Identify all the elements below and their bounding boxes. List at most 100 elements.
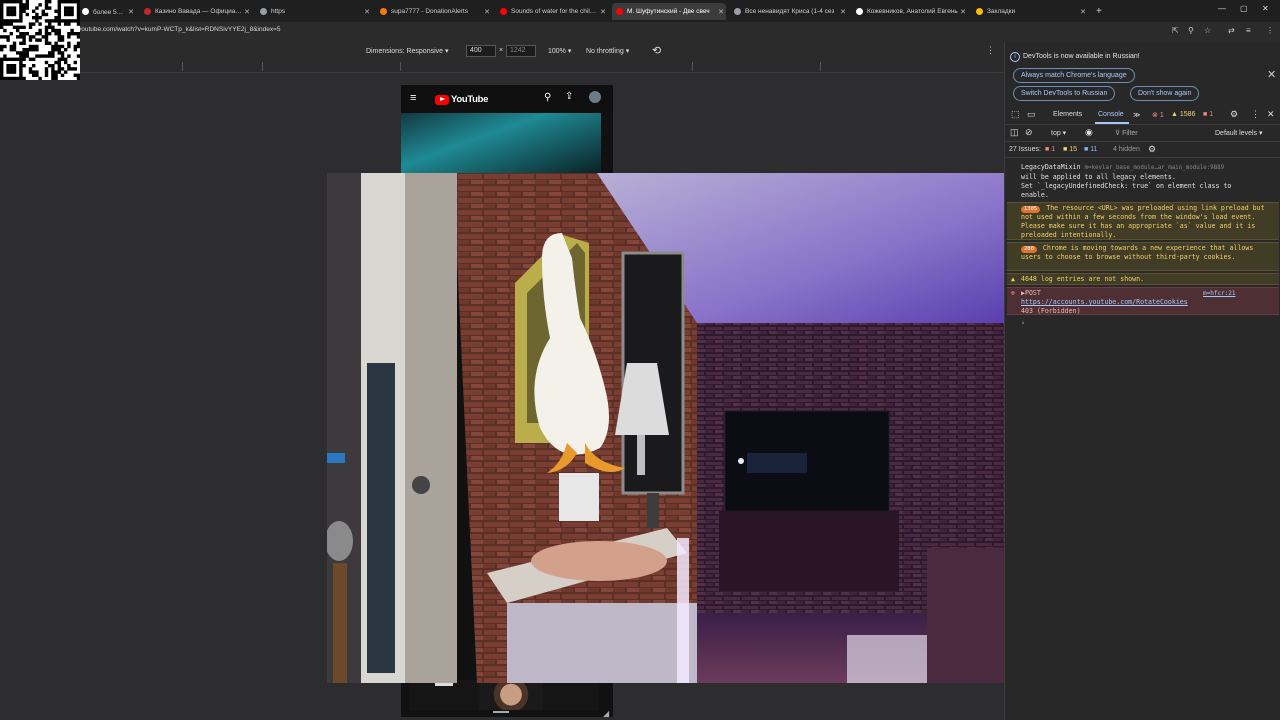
- avatar[interactable]: [589, 91, 601, 103]
- close-window-icon[interactable]: ✕: [1262, 4, 1269, 13]
- console-settings-gear-icon[interactable]: ⚙: [1148, 144, 1156, 155]
- minimize-icon[interactable]: —: [1218, 4, 1226, 13]
- console-message-legacy: LegacyDataMixin m=kevlar_base_module…ar_…: [1007, 162, 1279, 201]
- tab-console[interactable]: Console: [1098, 111, 1124, 118]
- tab-close-icon[interactable]: ✕: [838, 8, 848, 16]
- upload-icon[interactable]: ⇪: [565, 91, 573, 102]
- browser-tab[interactable]: более 5000 ₽✕: [78, 3, 136, 20]
- bookmark-star-icon[interactable]: ☆: [1204, 26, 1211, 35]
- tab-favicon-icon: [380, 8, 387, 15]
- tab-title: Казино Вавада — Официальн: [155, 8, 242, 15]
- issues-info-count[interactable]: ■ 11: [1084, 146, 1097, 153]
- device-toggle-icon[interactable]: ▭: [1027, 109, 1036, 120]
- resize-handle[interactable]: [493, 711, 509, 713]
- console-warning-cookies[interactable]: 280 Chrome is moving towards a new exper…: [1007, 242, 1279, 271]
- zoom-select[interactable]: 100% ▾: [548, 47, 571, 55]
- issue-count[interactable]: ■ 1: [1203, 111, 1213, 118]
- issues-error-count[interactable]: ■ 1: [1045, 146, 1055, 153]
- tab-close-icon[interactable]: ✕: [482, 8, 492, 16]
- message-text: LegacyDataMixin: [1021, 163, 1081, 171]
- browser-tab[interactable]: Казино Вавада — Официальн ✕: [140, 3, 252, 20]
- youtube-bottom-thumbnail[interactable]: [409, 680, 599, 710]
- always-match-language-button[interactable]: Always match Chrome's language: [1013, 68, 1135, 83]
- maximize-icon[interactable]: ▢: [1240, 4, 1248, 13]
- settings-gear-icon[interactable]: ⚙: [1230, 109, 1238, 120]
- browser-tab[interactable]: Закладки ✕: [972, 3, 1088, 20]
- tab-close-icon[interactable]: ✕: [362, 8, 372, 16]
- tab-favicon-icon: [976, 8, 983, 15]
- log-levels-select[interactable]: Default levels ▾: [1215, 129, 1263, 137]
- extensions-icon[interactable]: ⇄: [1228, 26, 1235, 35]
- tab-elements[interactable]: Elements: [1053, 111, 1082, 118]
- device-more-icon[interactable]: ⋮: [986, 45, 995, 56]
- ruler-tick: [182, 62, 183, 71]
- corner-resize-icon[interactable]: ◢: [603, 709, 609, 718]
- throttle-select[interactable]: No throttling ▾: [586, 47, 629, 55]
- devtools-more-icon[interactable]: ⋮: [1251, 109, 1260, 120]
- tab-close-icon[interactable]: ✕: [716, 8, 726, 16]
- browser-tab[interactable]: Все ненавидят Криса (1-4 сез ✕: [730, 3, 848, 20]
- devtools-tabs: ⬚ ▭ Elements Console ≫ ⊗ 1 ▲ 1586 ■ 1 ⚙ …: [1005, 106, 1280, 125]
- more-icon[interactable]: ⋮: [1266, 26, 1274, 35]
- error-icon: ⊗: [1011, 289, 1015, 297]
- times-sign: ×: [499, 47, 504, 54]
- filter-input[interactable]: ⊽ Filter: [1115, 129, 1138, 137]
- active-tab-underline: [1095, 122, 1129, 124]
- tab-favicon-icon: [500, 8, 507, 15]
- search-icon[interactable]: ⚲: [544, 92, 551, 103]
- tab-close-icon[interactable]: ✕: [598, 8, 608, 16]
- request-url-link[interactable]: https://accounts.youtube.com/RotateCooki…: [1021, 298, 1188, 306]
- live-expression-eye-icon[interactable]: ◉: [1085, 127, 1093, 138]
- clear-console-icon[interactable]: ⊘: [1025, 127, 1033, 138]
- issues-bar: 27 Issues: ■ 1 ■ 15 ■ 11 4 hidden ⚙: [1005, 142, 1280, 158]
- new-tab-button[interactable]: +: [1092, 3, 1106, 20]
- infobar-close-icon[interactable]: ✕: [1267, 68, 1276, 81]
- inspect-element-icon[interactable]: ⬚: [1011, 109, 1020, 120]
- browser-tab[interactable]: supa7777 - DonationAlerts ✕: [376, 3, 492, 20]
- browser-tab[interactable]: https ✕: [256, 3, 372, 20]
- hidden-count: 4 hidden: [1113, 146, 1140, 153]
- rotate-icon[interactable]: ⟲: [652, 44, 661, 57]
- message-source-link[interactable]: m=kevlar_base_module…ar_main_module:9889: [1085, 165, 1225, 171]
- youtube-video-thumbnail[interactable]: [401, 113, 601, 173]
- console-warning-preload[interactable]: 1305 The resource <URL> was preloaded us…: [1007, 202, 1279, 240]
- warning-count[interactable]: ▲ 1586: [1171, 111, 1195, 118]
- tab-title: Все ненавидят Криса (1-4 сез: [745, 8, 835, 15]
- cast-icon[interactable]: ⇱: [1172, 26, 1179, 35]
- browser-tab[interactable]: М. Шуфутинский - Две свеч ✕: [612, 3, 726, 20]
- console-prompt[interactable]: ›: [1007, 318, 1279, 329]
- issues-warning-count[interactable]: ■ 15: [1063, 146, 1077, 153]
- devtools-close-icon[interactable]: ✕: [1267, 109, 1275, 120]
- sidebar-toggle-icon[interactable]: ◫: [1010, 127, 1019, 138]
- ruler-tick: [262, 62, 263, 71]
- dimensions-select[interactable]: Dimensions: Responsive ▾: [366, 47, 449, 55]
- tab-close-icon[interactable]: ✕: [126, 8, 136, 16]
- context-select[interactable]: top ▾: [1051, 129, 1066, 137]
- hamburger-icon[interactable]: ≡: [410, 92, 416, 104]
- overlay-camera-video[interactable]: [327, 173, 1006, 683]
- browser-tab[interactable]: Кожевников, Анатолий Евгень ✕: [852, 3, 968, 20]
- issues-label[interactable]: 27 Issues:: [1009, 146, 1041, 153]
- youtube-logo[interactable]: YouTube: [435, 94, 488, 105]
- request-method[interactable]: ▶POST: [1021, 289, 1041, 297]
- issues-info-value: 11: [1090, 146, 1098, 153]
- dont-show-again-button[interactable]: Don't show again: [1130, 86, 1200, 101]
- switch-to-russian-button[interactable]: Switch DevTools to Russian: [1013, 86, 1116, 101]
- tab-close-icon[interactable]: ✕: [242, 8, 252, 16]
- message-source-link[interactable]: m=hfcr:21: [1203, 289, 1236, 298]
- tab-favicon-icon: [144, 8, 151, 15]
- url-field[interactable]: youtube.com/watch?v=kumP-WCTp_k&list=RDN…: [78, 26, 281, 33]
- issues-warning-value: 15: [1069, 146, 1077, 153]
- height-input[interactable]: 1242: [506, 45, 536, 57]
- zoom-icon[interactable]: ⚲: [1188, 26, 1194, 35]
- error-count[interactable]: ⊗ 1: [1152, 111, 1164, 119]
- tab-close-icon[interactable]: ✕: [958, 8, 968, 16]
- console-error-post[interactable]: ⊗ ▶POST m=hfcr:21 https://accounts.youtu…: [1007, 287, 1279, 315]
- tab-close-icon[interactable]: ✕: [1078, 8, 1088, 16]
- browser-tab[interactable]: Sounds of water for the child tr ✕: [496, 3, 608, 20]
- width-input[interactable]: 400: [466, 45, 496, 57]
- more-tabs-button[interactable]: ≫: [1133, 111, 1140, 119]
- menu-icon[interactable]: ≡: [1246, 26, 1251, 35]
- tab-title: https: [271, 8, 286, 15]
- devtools-language-infobar: i DevTools is now available in Russian! …: [1005, 42, 1280, 106]
